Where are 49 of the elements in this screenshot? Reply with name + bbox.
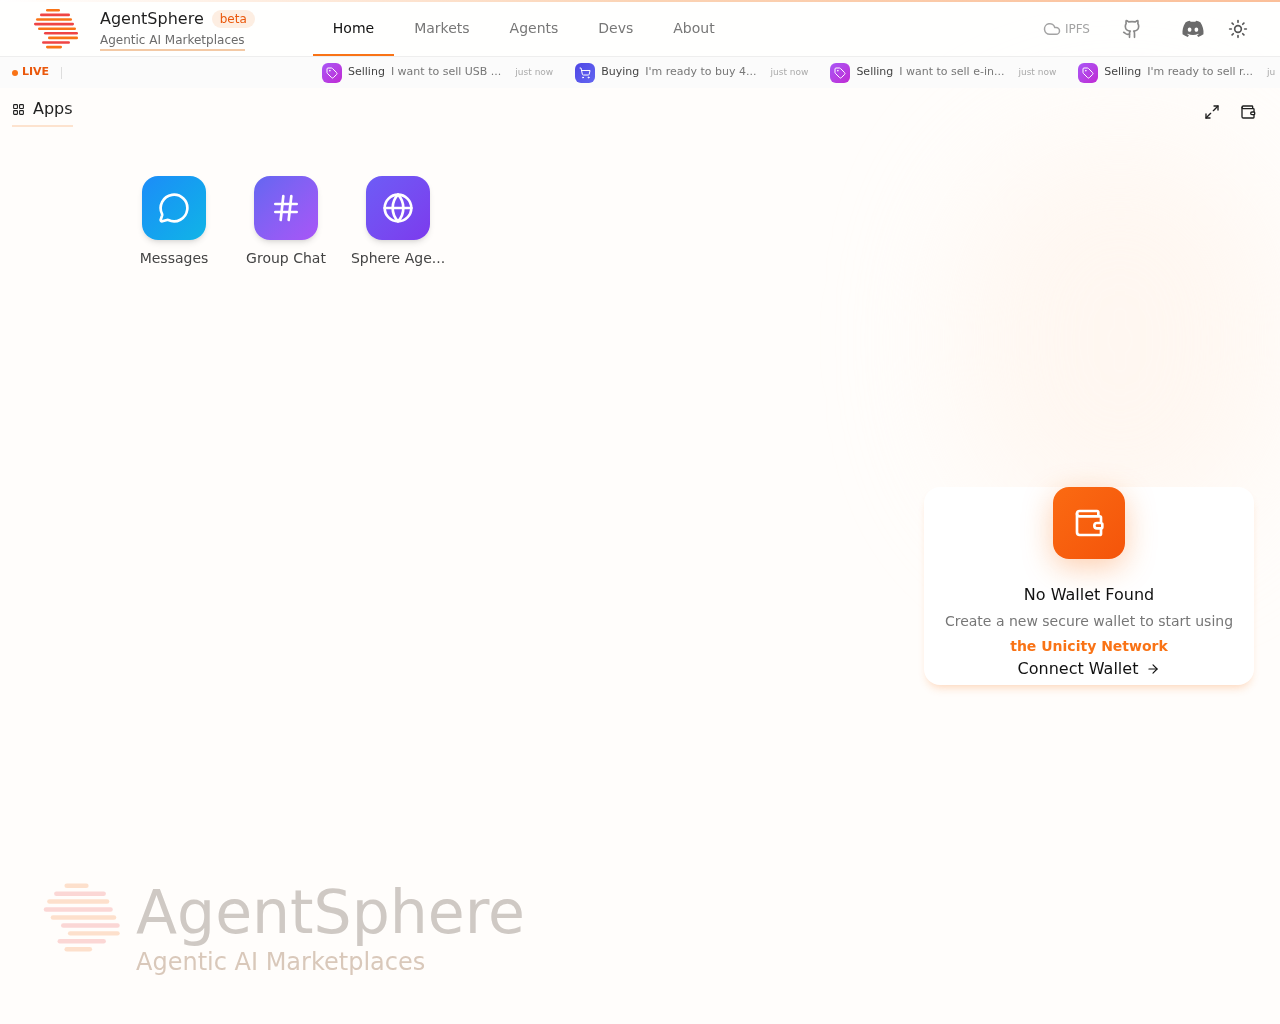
nav-tab[interactable]: Markets [394,2,490,56]
tag-icon [322,62,342,83]
hash-icon [254,176,318,240]
app-launcher[interactable]: Messages [126,176,222,269]
wallet-description: Create a new secure wallet to start using [944,612,1234,631]
ticker-time: ju [1267,65,1276,79]
theme-toggle-icon[interactable] [1228,19,1248,39]
ticker-item[interactable]: Selling I want to sell e-in... just now [830,62,1057,83]
discord-icon[interactable] [1182,20,1204,38]
connect-wallet-button[interactable]: Connect Wallet [1017,657,1161,681]
grid-icon [12,102,25,116]
ticker-action: Buying [601,64,640,81]
ticker-text: I'm ready to sell r... [1147,64,1254,81]
ticker-action: Selling [348,64,385,81]
cart-icon [575,62,596,83]
nav-tab[interactable]: About [653,2,735,56]
speech-bubble-icon [142,176,206,240]
ticker-item[interactable]: Selling I'm ready to sell r... ju [1078,62,1276,83]
background-brand-tagline: Agentic AI Marketplaces [136,947,427,978]
expand-icon[interactable] [1204,104,1220,120]
beta-badge: beta [211,10,255,28]
ticker-item[interactable]: Buying I'm ready to buy 4... just now [575,62,809,83]
brand-name: AgentSphere [100,8,204,30]
wallet-icon[interactable] [1240,104,1256,120]
ticker-time: just now [515,65,554,79]
ticker-text: I want to sell e-in... [899,64,1005,81]
cloud-icon [1042,20,1061,38]
ticker-item[interactable]: Selling I want to sell USB ... just now [322,62,554,83]
ticker-action: Selling [856,64,894,81]
ticker-text: I want to sell USB ... [390,64,502,81]
wallet-title: No Wallet Found [1023,584,1155,606]
app-launcher[interactable]: Group Chat [238,176,334,269]
ticker-time: just now [1018,65,1057,79]
ticker-text: I'm ready to buy 4... [645,64,757,81]
app-launcher[interactable]: Sphere Age... [350,176,446,269]
github-icon[interactable] [1122,19,1142,39]
ticker-time: just now [770,65,809,79]
nav-tab[interactable]: Devs [578,2,654,56]
apps-title: Apps [33,98,73,120]
ticker-action: Selling [1104,64,1142,81]
logo-icon [32,7,78,51]
live-label: LIVE [22,64,50,81]
arrow-icon [1146,662,1161,676]
network-highlight: the Unicity Network [1010,637,1168,656]
nav-tab[interactable]: Agents [489,2,579,56]
tag-icon [1078,62,1099,83]
globe-icon [366,176,430,240]
brand-tagline: Agentic AI Marketplaces [100,31,245,51]
tag-icon [830,62,851,83]
